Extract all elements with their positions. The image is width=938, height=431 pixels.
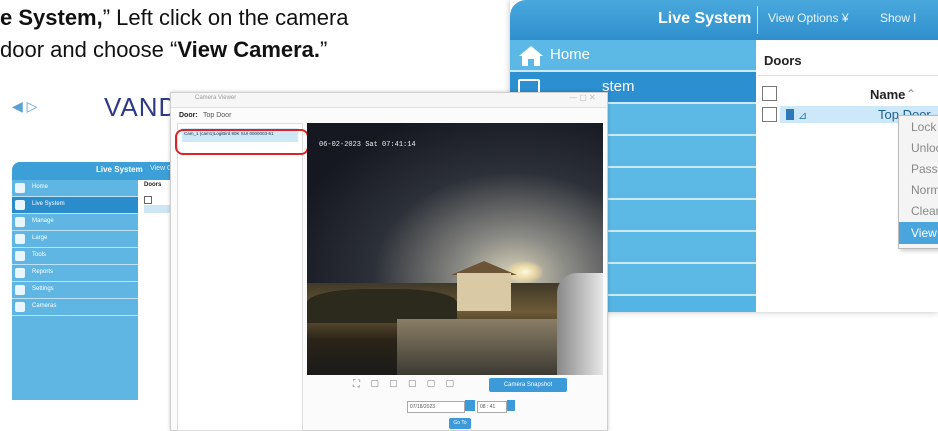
sidebar-item-cameras[interactable]: Cameras [12,299,138,316]
sidebar-item-label: Live System [32,201,65,207]
sidebar-item-label: Manage [32,218,54,224]
context-menu: Lock Unlock Pass Normalise Clear Alarms … [898,115,938,249]
divider [758,75,938,76]
time-stepper-icon[interactable] [507,400,515,411]
door-icon [786,109,794,120]
time-input[interactable]: 08 : 41 [477,401,507,413]
menu-item-normalise[interactable]: Normalise [911,183,938,197]
camera-icon[interactable]: ⊿ [798,109,807,122]
top-bar: Live System View Options ¥ Show l [510,0,938,40]
sidebar-item-label: Large [32,235,48,241]
window-title-bar: Camera Viewer — ▢ ✕ [171,93,607,108]
sidebar-item-tools[interactable]: Tools [12,248,138,265]
sidebar-item-manage[interactable]: Manage [12,214,138,231]
sidebar-item-label: Settings [32,286,54,292]
sidebar-item-label: Reports [32,269,54,275]
video-car [557,273,603,375]
sidebar-item-label: Tools [32,252,47,258]
settings-icon [15,285,25,295]
doors-header: Doors [764,53,802,68]
sidebar-item-reports[interactable]: Reports [12,265,138,282]
camera-window: Camera Viewer — ▢ ✕ Door: Top Door Cam_1… [170,92,608,431]
sidebar-item-label: Home [32,184,49,190]
manage-icon [15,217,25,227]
video-house [457,273,511,311]
sidebar-item-home[interactable]: Home [12,180,138,197]
instruction-line-1: e System,” Left click on the camera [0,2,349,34]
calendar-icon[interactable] [465,400,475,411]
camera-video-feed: 06-02-2023 Sat 07:41:14 [307,123,603,375]
nav-arrows-icon[interactable]: ◀ ▷ [12,98,37,115]
app-sidebar: Home Live System Manage Large Tools Repo… [12,180,138,400]
sort-icon[interactable]: ⌃ [906,87,916,101]
instruction-rest-1: ” Left click on the camera [102,5,349,30]
go-to-button[interactable]: Go To [449,418,471,429]
app-top-bar: Live System View Op [12,162,190,180]
camera-list: Cam_1 (cam1)LogiBird 80K SUI 0000003-61 [177,123,303,431]
app-screenshot: ◀ ▷ VANDERBILT Live System View Op Home … [8,92,608,431]
select-all-checkbox[interactable] [762,86,777,101]
instruction-text: e System,” Left click on the camera door… [0,2,349,66]
view-options-menu[interactable]: View Options ¥ [768,11,849,25]
video-timestamp: 06-02-2023 Sat 07:41:14 [319,141,416,149]
large-icon [15,234,25,244]
show-menu[interactable]: Show l [880,11,916,25]
row-checkbox[interactable] [762,107,777,122]
sidebar-item-settings[interactable]: Settings [12,282,138,299]
window-controls[interactable]: — ▢ ✕ [569,93,596,102]
menu-item-view-camera[interactable]: View Camera [899,222,938,244]
menu-item-pass[interactable]: Pass [911,162,938,176]
home-icon [519,46,543,66]
menu-item-lock[interactable]: Lock [911,120,936,134]
instruction-bold-2: View Camera. [177,37,321,62]
sidebar-item-live-system[interactable]: Live System [12,197,138,214]
window-title: Camera Viewer [195,95,237,101]
sidebar-item-label: Cameras [32,303,57,309]
date-input[interactable]: 07/18/2023 [407,401,465,413]
door-value: Top Door [203,112,232,119]
doors-header: Doors [144,182,162,188]
instruction-bold-1: e System, [0,5,103,30]
select-all-checkbox[interactable] [144,196,152,204]
instruction-post-2: ” [320,37,328,62]
playback-controls[interactable]: ⛶ ▢ ▢ ▢ ▢ ▢ [353,379,458,390]
tab-live-system[interactable]: Live System [658,10,751,28]
menu-item-unlock[interactable]: Unlock [911,141,938,155]
tools-icon [15,251,25,261]
sidebar-item-home[interactable]: Home [510,40,756,72]
instruction-line-2: door and choose “View Camera.” [0,34,349,66]
tab-live-system[interactable]: Live System [96,165,143,174]
instruction-pre-2: door and choose “ [0,37,178,62]
sidebar-item-large[interactable]: Large [12,231,138,248]
tab-separator [757,6,758,34]
camera-snapshot-button[interactable]: Camera Snapshot [489,378,567,392]
video-hedge [307,289,457,323]
menu-item-clear-alarms[interactable]: Clear Alarms [911,204,938,218]
reports-icon [15,268,25,278]
monitor-icon [15,200,25,210]
cameras-icon [15,302,25,312]
door-label: Door: [179,112,198,119]
column-header-name[interactable]: Name [870,87,905,102]
sidebar-item-label: Home [550,46,591,63]
home-icon [15,183,25,193]
highlight-box [175,129,309,155]
